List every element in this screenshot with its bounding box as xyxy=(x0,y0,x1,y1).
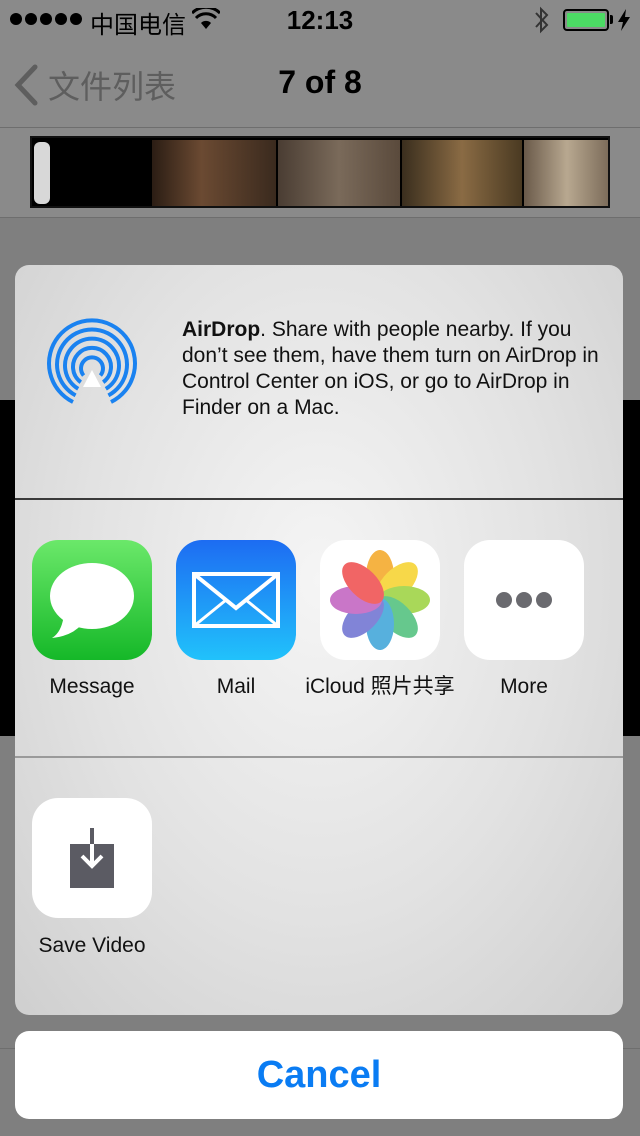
charging-bolt-icon xyxy=(618,9,630,31)
share-app-icloud-photo-sharing[interactable]: iCloud 照片共享 xyxy=(305,540,455,700)
share-app-label: iCloud 照片共享 xyxy=(305,675,455,698)
airdrop-description: AirDrop. Share with people nearby. If yo… xyxy=(182,317,602,421)
video-film-strip[interactable] xyxy=(30,136,610,208)
film-thumbnail xyxy=(402,140,522,206)
more-icon xyxy=(464,540,584,660)
share-action-label: Save Video xyxy=(38,934,146,957)
share-app-message[interactable]: Message xyxy=(17,540,167,700)
bluetooth-icon xyxy=(535,6,549,34)
battery-tip xyxy=(610,15,613,24)
status-bar: 中国电信 12:13 xyxy=(0,0,640,40)
film-thumbnail xyxy=(152,140,276,206)
photos-icon xyxy=(320,540,440,660)
save-video-icon xyxy=(32,798,152,918)
airdrop-section[interactable]: AirDrop. Share with people nearby. If yo… xyxy=(15,265,623,500)
share-app-label: Mail xyxy=(216,675,256,698)
mail-icon xyxy=(176,540,296,660)
film-strip-area xyxy=(0,128,640,218)
share-apps-row: Message Mail iCloud 照片共享 More xyxy=(15,500,623,758)
share-app-label: Message xyxy=(49,675,135,698)
share-actions-row: Save Video xyxy=(15,758,623,1015)
share-sheet: AirDrop. Share with people nearby. If yo… xyxy=(15,265,623,1015)
battery-icon xyxy=(563,9,609,31)
film-thumbnail xyxy=(524,140,608,206)
share-app-more[interactable]: More xyxy=(449,540,599,700)
airdrop-title: AirDrop xyxy=(182,318,261,341)
navigation-bar: 文件列表 7 of 8 xyxy=(0,40,640,128)
airdrop-icon xyxy=(47,318,137,404)
messages-icon xyxy=(32,540,152,660)
battery-fill xyxy=(567,13,605,27)
share-app-label: More xyxy=(500,675,548,698)
film-thumbnail xyxy=(278,140,400,206)
scrubber-handle[interactable] xyxy=(34,142,50,204)
page-title: 7 of 8 xyxy=(278,64,362,100)
cancel-button[interactable]: Cancel xyxy=(15,1031,623,1119)
share-action-save-video[interactable]: Save Video xyxy=(17,798,167,958)
share-app-mail[interactable]: Mail xyxy=(161,540,311,700)
